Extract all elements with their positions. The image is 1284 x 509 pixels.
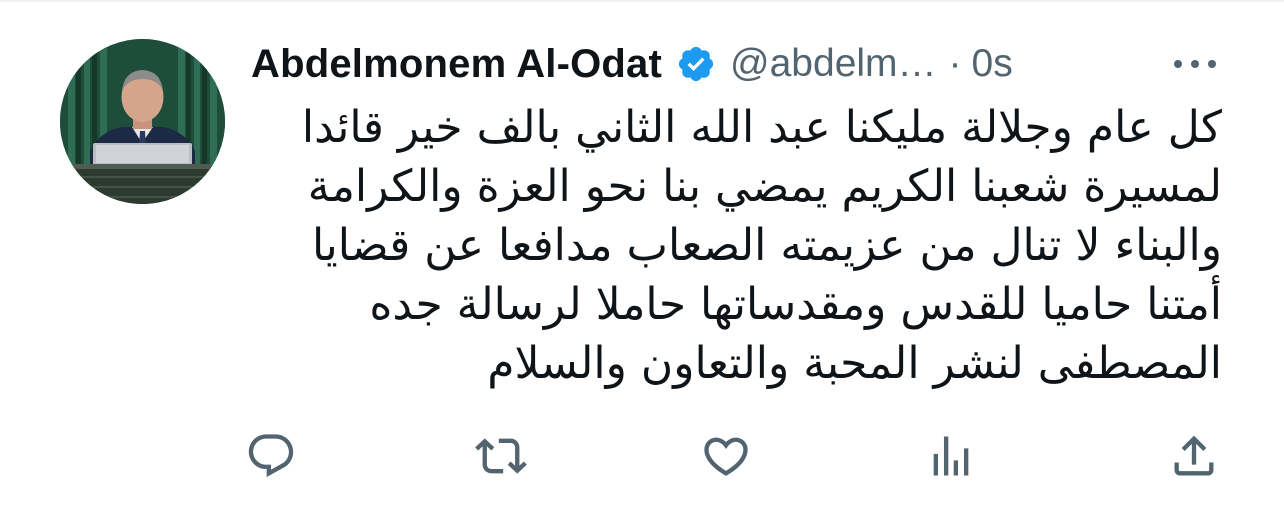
- timestamp[interactable]: 0s: [972, 42, 1013, 86]
- tweet-text-line: والبناء لا تنال من عزيمته الصعاب مدافعا …: [312, 220, 1222, 271]
- share-icon: [1174, 435, 1214, 476]
- avatar[interactable]: [60, 39, 225, 204]
- verified-badge-icon[interactable]: [676, 44, 716, 84]
- reply-icon: [248, 434, 294, 478]
- tweet-text-line: لمسيرة شعبنا الكريم يمضي بنا نحو العزة و…: [307, 161, 1222, 212]
- reply-button[interactable]: [245, 430, 297, 482]
- separator-dot: ·: [948, 42, 962, 85]
- tweet-text-line: كل عام وجلالة مليكنا عبد الله الثاني بال…: [301, 102, 1222, 153]
- views-button[interactable]: [925, 430, 977, 482]
- more-options-icon[interactable]: [1170, 52, 1220, 76]
- like-icon: [704, 437, 748, 476]
- profile-photo: [60, 39, 225, 204]
- tweet-card[interactable]: Abdelmonem Al-Odat @abdelm… · 0s كل عام …: [0, 0, 1284, 509]
- tweet-text: كل عام وجلالة مليكنا عبد الله الثاني بال…: [232, 98, 1222, 393]
- author-handle[interactable]: @abdelm…: [730, 42, 937, 86]
- tweet-header: Abdelmonem Al-Odat @abdelm… · 0s: [251, 38, 1013, 90]
- retweet-button[interactable]: [475, 430, 527, 482]
- retweet-icon: [475, 438, 527, 474]
- tweet-text-line: أمتنا حاميا للقدس ومقدساتها حاملا لرسالة…: [369, 279, 1222, 330]
- author-name[interactable]: Abdelmonem Al-Odat: [251, 42, 662, 87]
- share-button[interactable]: [1168, 430, 1220, 482]
- views-icon: [933, 436, 969, 476]
- like-button[interactable]: [700, 430, 752, 482]
- tweet-text-line: المصطفى لنشر المحبة والتعاون والسلام: [487, 338, 1222, 389]
